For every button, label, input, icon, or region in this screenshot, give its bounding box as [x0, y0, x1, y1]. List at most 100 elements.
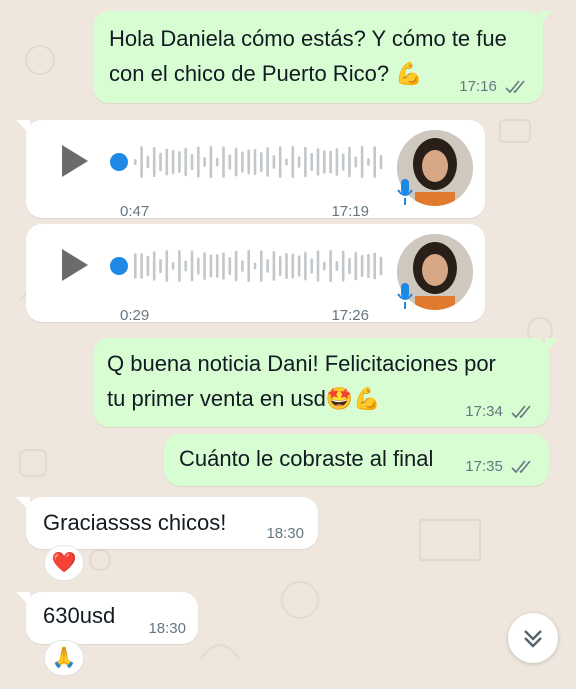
message-outgoing[interactable]: Hola Daniela cómo estás? Y cómo te fue c…	[93, 11, 553, 103]
waveform-bar	[184, 260, 187, 272]
waveform-bar	[297, 255, 301, 277]
voice-message[interactable]: 0:47 17:19	[16, 120, 485, 220]
waveform-bar	[323, 150, 326, 174]
message-meta: 17:34	[465, 403, 535, 421]
waveform-bar	[241, 260, 244, 272]
message-incoming[interactable]: Graciassss chicos! 18:30	[16, 497, 318, 549]
reaction-heart[interactable]: ❤️	[44, 545, 84, 581]
waveform-bar	[260, 250, 263, 282]
waveform-bar	[329, 250, 332, 282]
waveform-bar	[304, 251, 307, 281]
waveform-bar	[373, 252, 376, 280]
waveform-bar	[297, 156, 301, 168]
waveform-bar	[291, 253, 295, 279]
waveform-bar	[272, 155, 276, 169]
waveform-bar	[373, 146, 376, 178]
message-time: 18:30	[266, 525, 304, 542]
waveform-bar	[379, 256, 383, 276]
message-time: 18:30	[148, 620, 186, 637]
waveform-bar	[304, 146, 307, 178]
message-time: 17:34	[465, 403, 503, 420]
chevron-double-down-icon	[524, 630, 542, 648]
message-outgoing[interactable]: Cuánto le cobraste al final 17:35	[164, 434, 549, 486]
waveform-bar	[266, 259, 269, 273]
waveform-bar	[215, 254, 219, 278]
message-time: 17:26	[331, 307, 369, 324]
waveform-bar	[379, 154, 383, 170]
waveform-bar	[152, 146, 156, 178]
waveform-bar	[310, 258, 313, 274]
waveform-bar	[241, 151, 244, 173]
waveform-bar	[316, 148, 320, 176]
waveform-bar	[165, 148, 169, 176]
waveform-bar	[146, 255, 150, 277]
waveform-bar	[234, 250, 238, 282]
playback-position-dot[interactable]	[110, 257, 128, 275]
waveform-bar	[285, 252, 288, 280]
waveform-bar	[278, 146, 282, 178]
bubble-tail	[16, 592, 30, 606]
waveform[interactable]	[134, 246, 394, 286]
waveform-bar	[203, 252, 206, 280]
waveform-bar	[253, 148, 257, 176]
message-incoming[interactable]: 630usd 18:30	[16, 592, 198, 644]
waveform-bar	[247, 149, 250, 175]
message-text: Graciassss chicos!	[43, 510, 227, 535]
waveform-bar	[209, 146, 213, 178]
waveform[interactable]	[134, 142, 394, 182]
bubble-tail	[16, 497, 30, 511]
waveform-bar	[190, 250, 194, 282]
message-text: Hola Daniela cómo estás? Y cómo te fue c…	[109, 26, 507, 86]
scroll-to-bottom-button[interactable]	[508, 613, 558, 663]
waveform-bar	[360, 254, 364, 278]
waveform-bar	[140, 146, 143, 178]
waveform-bar	[367, 253, 370, 279]
message-text: Q buena noticia Dani! Felicitaciones por…	[107, 351, 496, 411]
flexed-biceps-emoji: 💪	[395, 61, 423, 86]
waveform-bar	[329, 150, 332, 174]
waveform-bar	[197, 257, 200, 275]
waveform-bar	[272, 251, 276, 281]
waveform-bar	[247, 250, 250, 282]
waveform-bar	[178, 150, 181, 174]
waveform-bar	[348, 146, 351, 178]
double-check-icon	[511, 405, 531, 419]
waveform-bar	[171, 149, 175, 175]
waveform-bar	[316, 250, 320, 282]
message-meta: 17:35	[465, 458, 535, 476]
waveform-bar	[354, 251, 358, 281]
waveform-bar	[266, 147, 269, 177]
bubble-tail	[545, 338, 559, 352]
waveform-bar	[184, 147, 187, 177]
waveform-bar	[285, 158, 288, 166]
waveform-bar	[134, 253, 137, 279]
waveform-bar	[165, 250, 169, 282]
waveform-bar	[354, 156, 358, 168]
waveform-bar	[228, 257, 232, 275]
reaction-folded-hands[interactable]: 🙏	[44, 640, 84, 676]
waveform-bar	[134, 159, 137, 165]
waveform-bar	[348, 257, 351, 275]
double-check-icon	[505, 80, 525, 94]
message-time: 17:35	[465, 458, 503, 475]
waveform-bar	[228, 154, 232, 170]
play-icon[interactable]	[60, 247, 90, 283]
playback-position-dot[interactable]	[110, 153, 128, 171]
waveform-bar	[146, 155, 150, 169]
waveform-bar	[291, 146, 295, 178]
waveform-bar	[323, 261, 326, 271]
waveform-bar	[190, 153, 194, 171]
waveform-bar	[335, 261, 339, 271]
waveform-bar	[215, 157, 219, 167]
voice-message[interactable]: 0:29 17:26	[26, 224, 485, 324]
waveform-bar	[310, 153, 313, 171]
play-icon[interactable]	[60, 143, 90, 179]
microphone-icon	[397, 283, 413, 309]
voice-duration: 0:29	[120, 307, 150, 324]
waveform-bar	[152, 251, 156, 281]
message-meta: 17:16	[459, 78, 529, 96]
message-outgoing[interactable]: Q buena noticia Dani! Felicitaciones por…	[93, 338, 559, 427]
waveform-bar	[197, 146, 200, 178]
double-check-icon	[511, 460, 531, 474]
waveform-bar	[203, 157, 206, 167]
